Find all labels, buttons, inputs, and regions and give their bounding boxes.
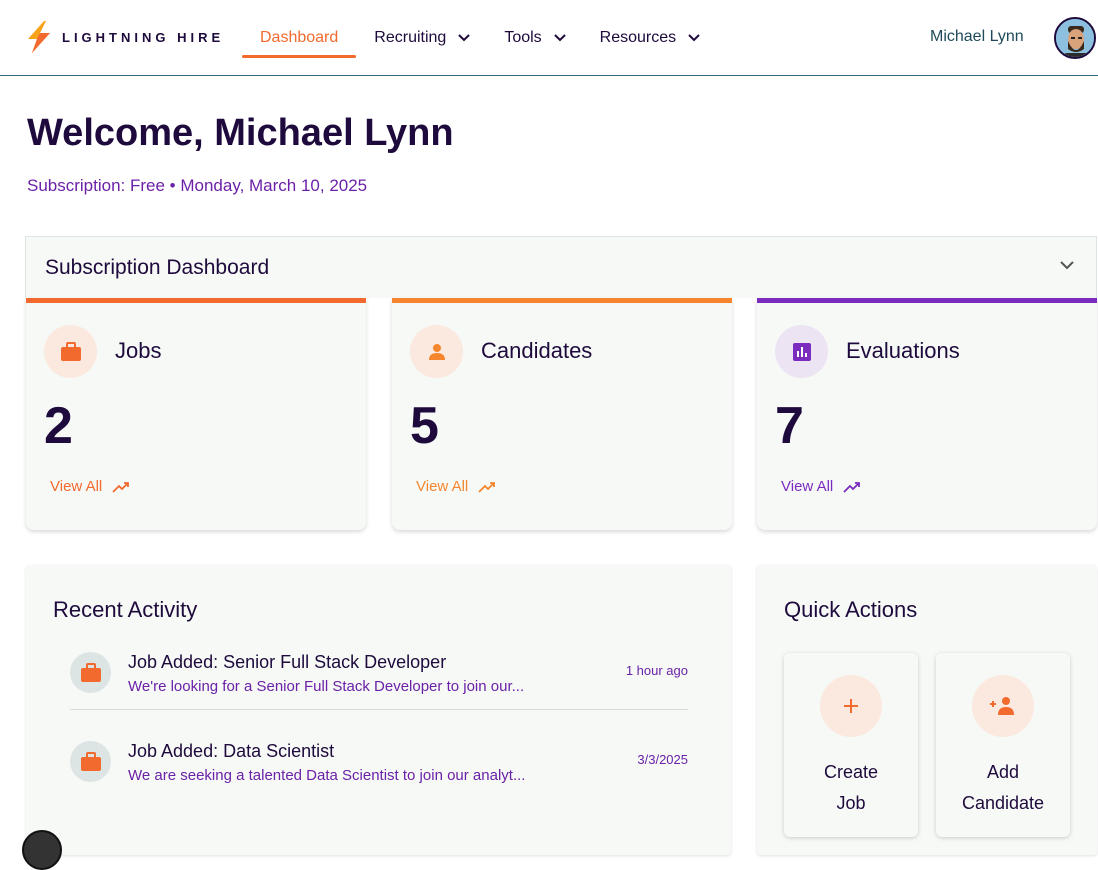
lightning-bolt-icon: [28, 21, 50, 53]
view-all-label: View All: [50, 478, 103, 495]
subscription-dashboard-header[interactable]: Subscription Dashboard: [25, 236, 1097, 298]
plus-icon: [844, 699, 858, 713]
trending-up-icon: [112, 481, 130, 493]
qa-icon-circle: [972, 675, 1034, 737]
user-avatar-icon: [1056, 19, 1094, 57]
nav-recruiting-label: Recruiting: [374, 29, 447, 46]
stat-card-evaluations: Evaluations 7 View All: [757, 298, 1097, 530]
chevron-down-icon[interactable]: [1060, 261, 1074, 270]
activity-icon-circle: [70, 652, 111, 693]
add-person-icon: [990, 697, 1014, 715]
nav-tools[interactable]: Tools: [504, 0, 566, 76]
avatar[interactable]: [1054, 17, 1096, 59]
chevron-down-icon: [688, 34, 700, 42]
view-all-candidates-link[interactable]: View All: [416, 478, 496, 495]
view-all-evaluations-link[interactable]: View All: [781, 478, 861, 495]
view-all-jobs-link[interactable]: View All: [50, 478, 130, 495]
briefcase-icon: [80, 662, 101, 682]
briefcase-icon: [60, 341, 81, 361]
card-icon-circle: [410, 325, 463, 378]
activity-item[interactable]: Job Added: Senior Full Stack Developer W…: [70, 652, 688, 722]
view-all-label: View All: [416, 478, 469, 495]
activity-description: We're looking for a Senior Full Stack De…: [128, 678, 525, 695]
main-nav: Dashboard Recruiting Tools Resources: [242, 0, 734, 76]
card-value: 2: [44, 397, 73, 455]
nav-recruiting[interactable]: Recruiting: [374, 0, 471, 76]
card-icon-circle: [775, 325, 828, 378]
card-icon-circle: [44, 325, 97, 378]
activity-timestamp: 1 hour ago: [625, 663, 688, 678]
card-value: 7: [775, 397, 804, 455]
add-candidate-button[interactable]: Add Candidate: [936, 653, 1070, 837]
user-name[interactable]: Michael Lynn: [930, 28, 1024, 46]
nav-dashboard-label: Dashboard: [260, 29, 339, 46]
recent-activity-panel: Recent Activity Job Added: Senior Full S…: [26, 565, 731, 855]
nav-resources-label: Resources: [599, 29, 677, 46]
activity-title: Job Added: Data Scientist: [128, 741, 335, 761]
top-navbar: LIGHTNING HIRE Dashboard Recruiting Tool…: [0, 0, 1098, 76]
card-title: Jobs: [115, 338, 162, 363]
stat-card-candidates: Candidates 5 View All: [392, 298, 732, 530]
activity-icon-circle: [70, 741, 111, 782]
qa-icon-circle: [820, 675, 882, 737]
card-title: Evaluations: [846, 338, 960, 363]
brand-logo[interactable]: LIGHTNING HIRE: [24, 20, 224, 54]
add-candidate-label: Add Candidate: [961, 762, 1045, 813]
page-title: Welcome, Michael Lynn: [27, 112, 454, 154]
nav-resources[interactable]: Resources: [600, 0, 700, 76]
brand-name: LIGHTNING HIRE: [62, 29, 225, 45]
quick-actions-panel: Quick Actions Create Job Add Candidate: [757, 565, 1097, 855]
card-accent-bar: [26, 298, 366, 303]
create-job-button[interactable]: Create Job: [784, 653, 918, 837]
activity-item[interactable]: Job Added: Data Scientist We are seeking…: [70, 741, 688, 811]
trending-up-icon: [843, 481, 861, 493]
quick-actions-title: Quick Actions: [784, 597, 918, 622]
card-value: 5: [410, 397, 439, 455]
person-icon: [428, 343, 445, 360]
card-accent-bar: [757, 298, 1097, 303]
view-all-label: View All: [781, 478, 834, 495]
recent-activity-title: Recent Activity: [53, 597, 198, 622]
nav-tools-label: Tools: [504, 29, 542, 46]
briefcase-icon: [80, 751, 101, 771]
trending-up-icon: [478, 481, 496, 493]
subscription-dashboard-title: Subscription Dashboard: [45, 256, 270, 279]
activity-timestamp: 3/3/2025: [637, 752, 688, 767]
nav-dashboard[interactable]: Dashboard: [242, 0, 357, 76]
stat-card-jobs: Jobs 2 View All: [26, 298, 366, 530]
card-title: Candidates: [481, 338, 593, 363]
chevron-down-icon: [553, 34, 566, 42]
card-accent-bar: [392, 298, 732, 303]
chevron-down-icon: [458, 34, 471, 42]
activity-description: We are seeking a talented Data Scientist…: [128, 767, 526, 784]
bar-chart-icon: [792, 342, 811, 361]
floating-help-button[interactable]: [22, 830, 62, 870]
divider: [70, 709, 688, 710]
activity-title: Job Added: Senior Full Stack Developer: [128, 652, 447, 672]
subscription-info: Subscription: Free • Monday, March 10, 2…: [27, 176, 368, 195]
create-job-label: Create Job: [823, 762, 879, 813]
